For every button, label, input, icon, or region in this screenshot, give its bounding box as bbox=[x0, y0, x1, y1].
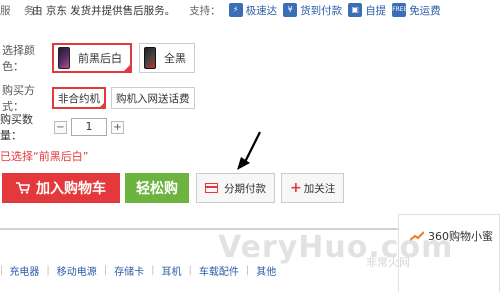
credit-card-icon bbox=[205, 183, 218, 193]
buy-type-selector: 购买方式： 非合约机 购机入网送话费 bbox=[0, 84, 200, 113]
category-link-charger[interactable]: 充电器 bbox=[9, 263, 39, 278]
badge-cod[interactable]: ¥ 货到付款 bbox=[283, 3, 342, 18]
badge-pickup[interactable]: ▣ 自提 bbox=[348, 3, 386, 18]
phone-thumbnail bbox=[144, 47, 156, 69]
annotation-arrow-icon bbox=[237, 131, 261, 170]
category-link-power-bank[interactable]: 移动电源 bbox=[57, 263, 97, 278]
add-to-cart-button[interactable]: 加入购物车 bbox=[2, 173, 120, 203]
installment-button[interactable]: 分期付款 bbox=[196, 173, 275, 203]
selected-summary: 已选择“前黑后白” bbox=[0, 150, 89, 163]
plus-icon: + bbox=[290, 180, 302, 196]
service-row: 服 务： 由 京东 发货并提供售后服务。 支持： ⚡ 极速达 ¥ 货到付款 ▣ 自提 … bbox=[0, 0, 447, 20]
quantity-row: 购买数量： − 1 + bbox=[0, 113, 124, 142]
service-text: 由 京东 发货并提供售后服务。 bbox=[32, 4, 176, 17]
buy-type-non-contract[interactable]: 非合约机 bbox=[52, 87, 106, 109]
store-icon: ▣ bbox=[348, 3, 363, 17]
category-link-memory-card[interactable]: 存储卡 bbox=[114, 263, 144, 278]
quantity-input[interactable]: 1 bbox=[71, 118, 107, 136]
color-option-all-black[interactable]: 全黑 bbox=[139, 43, 195, 73]
support-label: 支持： bbox=[189, 4, 221, 17]
quantity-minus-button[interactable]: − bbox=[54, 120, 67, 134]
free-icon: FREE bbox=[392, 3, 407, 17]
category-sep: | bbox=[0, 264, 4, 276]
cash-icon: ¥ bbox=[283, 3, 298, 17]
buy-type-label: 购买方式： bbox=[2, 84, 35, 113]
quantity-plus-button[interactable]: + bbox=[111, 120, 124, 134]
cart-icon bbox=[16, 182, 30, 194]
category-link-earphones[interactable]: 耳机 bbox=[162, 263, 182, 278]
quantity-label: 购买数量： bbox=[0, 113, 33, 142]
lightning-icon: ⚡ bbox=[228, 3, 243, 17]
buy-type-contract-plan[interactable]: 购机入网送话费 bbox=[111, 87, 195, 109]
phone-thumbnail bbox=[58, 47, 70, 69]
color-label: 选择颜色： bbox=[2, 44, 35, 73]
color-selector: 选择颜色： 前黑后白 全黑 bbox=[0, 41, 202, 75]
badge-express[interactable]: ⚡ 极速达 bbox=[228, 3, 277, 18]
watermark: VeryHuo.com bbox=[218, 230, 454, 265]
easy-buy-button[interactable]: 轻松购 bbox=[125, 173, 189, 203]
badge-free-shipping[interactable]: FREE 免运费 bbox=[392, 3, 441, 18]
watermark-sub: 非常火网 bbox=[366, 256, 410, 269]
color-option-front-black-back-white[interactable]: 前黑后白 bbox=[52, 43, 132, 73]
follow-button[interactable]: + 加关注 bbox=[281, 173, 345, 203]
service-label: 服 务： bbox=[0, 4, 45, 17]
action-buttons: 加入购物车 轻松购 分期付款 + 加关注 bbox=[0, 172, 350, 204]
